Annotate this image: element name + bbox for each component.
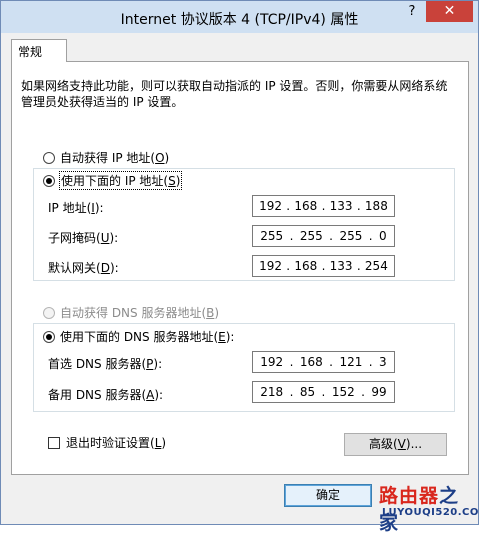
octet: 133 [329, 199, 353, 213]
preferred-dns-input[interactable]: 192. 168. 121. 3 [252, 351, 395, 373]
tab-general[interactable]: 常规 [11, 39, 67, 62]
validate-on-exit-label: 退出时验证设置(L) [66, 436, 167, 450]
checkbox-indicator [48, 436, 60, 449]
dialog-window: Internet 协议版本 4 (TCP/IPv4) 属性 ? ✕ 常规 如果网… [0, 0, 479, 534]
octet: 218 [260, 385, 284, 399]
subnet-mask-input[interactable]: 255. 255. 255. 0 [252, 225, 395, 247]
ip-address-label: IP 地址(I): [48, 201, 104, 215]
subnet-mask-label: 子网掩码(U): [48, 231, 119, 245]
octet: 152 [331, 385, 355, 399]
ok-button[interactable]: 确定 [284, 484, 372, 507]
octet: 192 [259, 199, 283, 213]
dns-auto-label: 自动获得 DNS 服务器地址(B) [60, 306, 220, 320]
octet: 0 [379, 229, 387, 243]
gateway-input[interactable]: 192. 168. 133. 254 [252, 255, 395, 277]
dns-auto-radio[interactable]: 自动获得 DNS 服务器地址(B) [43, 304, 219, 321]
description-text: 如果网络支持此功能，则可以获取自动指派的 IP 设置。否则，你需要从网络系统管理… [21, 79, 448, 109]
octet: 133 [329, 259, 353, 273]
radio-indicator [43, 306, 55, 319]
radio-indicator [43, 151, 55, 164]
octet: 168 [294, 259, 318, 273]
octet: 168 [294, 199, 318, 213]
octet: 255 [260, 229, 284, 243]
help-button[interactable]: ? [399, 1, 425, 23]
octet: 254 [364, 259, 388, 273]
octet: 168 [299, 355, 323, 369]
octet: 255 [299, 229, 323, 243]
octet: 121 [339, 355, 363, 369]
title-bar: Internet 协议版本 4 (TCP/IPv4) 属性 ? ✕ [1, 1, 478, 33]
ip-manual-radio[interactable]: 使用下面的 IP 地址(S) [43, 171, 184, 190]
watermark-url: LUYOUQI520.COM [382, 507, 479, 518]
octet: 192 [259, 259, 283, 273]
ip-manual-label: 使用下面的 IP 地址(S) [58, 171, 183, 190]
dns-manual-radio[interactable]: 使用下面的 DNS 服务器地址(E): [43, 328, 237, 345]
alternate-dns-label: 备用 DNS 服务器(A): [48, 388, 164, 402]
dns-manual-label: 使用下面的 DNS 服务器地址(E): [60, 330, 235, 344]
ip-address-input[interactable]: 192. 168. 133. 188 [252, 195, 395, 217]
validate-on-exit-checkbox[interactable]: 退出时验证设置(L) [48, 434, 166, 451]
gateway-label: 默认网关(D): [48, 261, 119, 275]
advanced-button[interactable]: 高级(V)... [344, 433, 447, 456]
radio-indicator-checked [43, 330, 55, 343]
octet: 192 [260, 355, 284, 369]
radio-indicator-checked [43, 174, 55, 187]
octet: 3 [379, 355, 387, 369]
ip-auto-radio[interactable]: 自动获得 IP 地址(O) [43, 149, 169, 166]
octet: 255 [339, 229, 363, 243]
octet: 188 [364, 199, 388, 213]
octet: 85 [299, 385, 316, 399]
preferred-dns-label: 首选 DNS 服务器(P): [48, 357, 163, 371]
octet: 99 [371, 385, 387, 399]
alternate-dns-input[interactable]: 218. 85. 152. 99 [252, 381, 395, 403]
close-button[interactable]: ✕ [426, 1, 473, 22]
ip-auto-label: 自动获得 IP 地址(O) [60, 151, 170, 165]
